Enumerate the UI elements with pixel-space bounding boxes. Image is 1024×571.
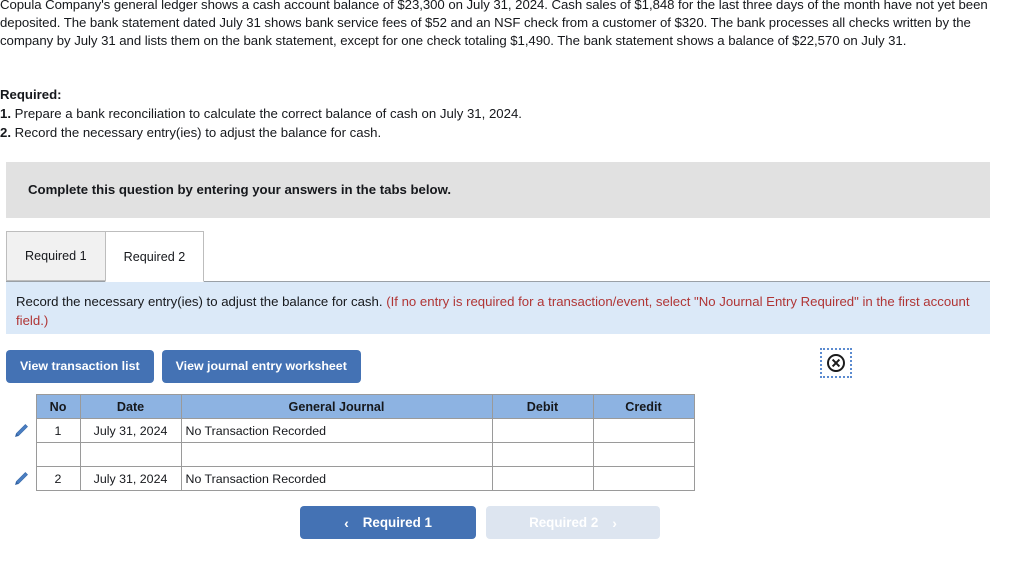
cell-no[interactable]: 2 bbox=[35, 466, 81, 491]
cell-debit[interactable] bbox=[491, 466, 594, 491]
table-header-no: No bbox=[35, 394, 81, 419]
pencil-icon[interactable] bbox=[6, 419, 36, 443]
chevron-left-icon: ‹ bbox=[344, 514, 349, 531]
cell-debit[interactable] bbox=[491, 418, 594, 443]
worksheet-toolbar: View transaction list View journal entry… bbox=[6, 350, 361, 383]
cell-no[interactable]: 1 bbox=[35, 418, 81, 443]
journal-entry-table: No Date General Journal Debit Credit 1 J… bbox=[6, 394, 695, 491]
question-page: Copula Company's general ledger shows a … bbox=[0, 0, 1024, 571]
prompt-main: Record the necessary entry(ies) to adjus… bbox=[16, 294, 383, 309]
table-header-date: Date bbox=[79, 394, 182, 419]
instruction-bar: Complete this question by entering your … bbox=[6, 162, 990, 218]
required-section: Required: 1. Prepare a bank reconciliati… bbox=[0, 85, 700, 142]
nav-next-required-2-button[interactable]: Required 2 › bbox=[486, 506, 660, 539]
cell-credit[interactable] bbox=[592, 442, 695, 467]
wizard-navigation: ‹ Required 1 Required 2 › bbox=[300, 506, 660, 539]
cell-date[interactable]: July 31, 2024 bbox=[79, 418, 182, 443]
pencil-icon-placeholder bbox=[6, 443, 36, 467]
nav-next-label: Required 2 bbox=[529, 515, 599, 530]
view-journal-entry-worksheet-button[interactable]: View journal entry worksheet bbox=[161, 350, 361, 383]
required-item-1-number: 1. bbox=[0, 106, 11, 121]
table-row: 1 July 31, 2024 No Transaction Recorded bbox=[6, 418, 695, 443]
table-header-general-journal: General Journal bbox=[180, 394, 493, 419]
table-header-edit bbox=[6, 395, 36, 419]
table-header-credit: Credit bbox=[592, 394, 695, 419]
required-item-2: 2. Record the necessary entry(ies) to ad… bbox=[0, 123, 700, 142]
cell-general-journal[interactable]: No Transaction Recorded bbox=[180, 418, 493, 443]
cell-date[interactable] bbox=[79, 442, 182, 467]
required-item-1: 1. Prepare a bank reconciliation to calc… bbox=[0, 104, 700, 123]
question-prompt-text: Record the necessary entry(ies) to adjus… bbox=[16, 293, 976, 330]
cell-date[interactable]: July 31, 2024 bbox=[79, 466, 182, 491]
view-transaction-list-button[interactable]: View transaction list bbox=[6, 350, 154, 383]
required-item-2-text: Record the necessary entry(ies) to adjus… bbox=[11, 125, 382, 140]
table-row bbox=[6, 442, 695, 467]
cell-debit[interactable] bbox=[491, 442, 594, 467]
question-prompt-panel: Record the necessary entry(ies) to adjus… bbox=[6, 281, 990, 334]
tab-required-2[interactable]: Required 2 bbox=[104, 231, 205, 282]
cell-credit[interactable] bbox=[592, 418, 695, 443]
cell-credit[interactable] bbox=[592, 466, 695, 491]
pencil-icon[interactable] bbox=[6, 467, 36, 491]
cell-general-journal[interactable] bbox=[180, 442, 493, 467]
cell-no[interactable] bbox=[35, 442, 81, 467]
instruction-bar-text: Complete this question by entering your … bbox=[28, 182, 452, 197]
table-header-row: No Date General Journal Debit Credit bbox=[6, 394, 695, 419]
nav-prev-required-1-button[interactable]: ‹ Required 1 bbox=[300, 506, 476, 539]
close-circle-icon[interactable] bbox=[820, 348, 852, 378]
tab-strip: Required 1 Required 2 bbox=[6, 231, 205, 282]
required-item-2-number: 2. bbox=[0, 125, 11, 140]
nav-prev-label: Required 1 bbox=[362, 515, 432, 530]
cell-general-journal[interactable]: No Transaction Recorded bbox=[180, 466, 493, 491]
table-row: 2 July 31, 2024 No Transaction Recorded bbox=[6, 466, 695, 491]
required-heading: Required: bbox=[0, 87, 62, 102]
chevron-right-icon: › bbox=[612, 514, 617, 531]
table-header-debit: Debit bbox=[491, 394, 594, 419]
required-item-1-text: Prepare a bank reconciliation to calcula… bbox=[11, 106, 522, 121]
problem-statement: Copula Company's general ledger shows a … bbox=[0, 0, 988, 49]
tab-required-1[interactable]: Required 1 bbox=[6, 231, 106, 281]
